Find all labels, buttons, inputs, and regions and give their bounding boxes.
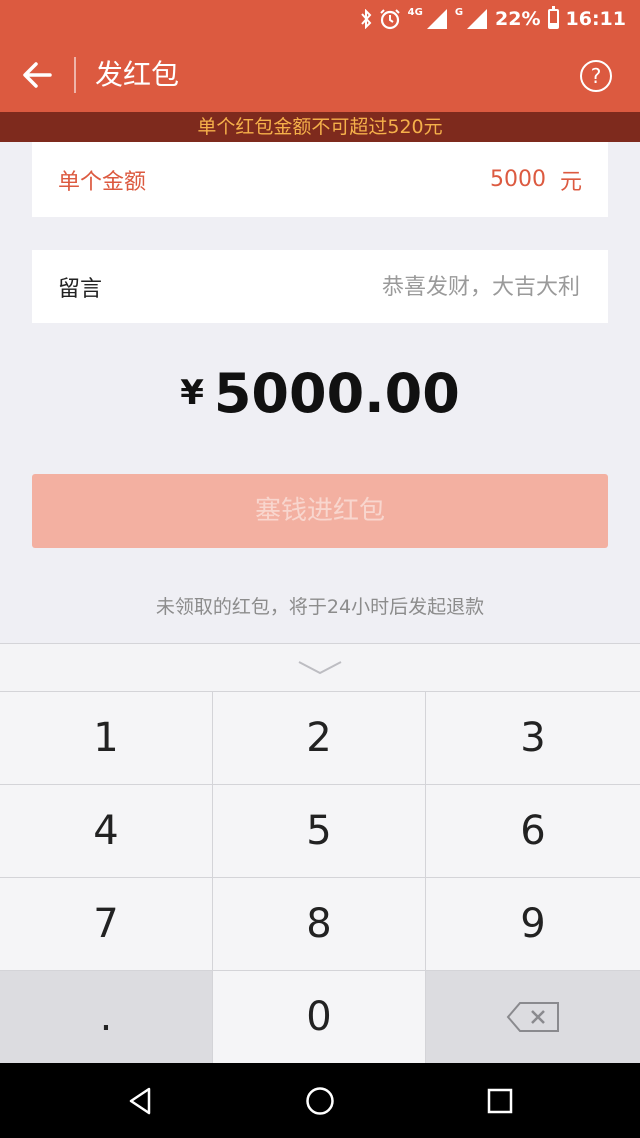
key-decimal[interactable]: . [0,970,213,1063]
key-8[interactable]: 8 [213,877,426,970]
system-nav-bar [0,1063,640,1138]
key-5[interactable]: 5 [213,784,426,877]
help-icon[interactable]: ? [580,60,612,92]
key-1[interactable]: 1 [0,691,213,784]
amount-value-group: 5000 元 [490,142,582,217]
numeric-keypad: 1 2 3 4 5 6 7 8 9 . 0 [0,643,640,1063]
total-amount-value: 5000.00 [213,362,460,425]
keyboard-collapse-button[interactable] [0,644,640,691]
circle-home-icon [306,1086,334,1115]
nav-home-button[interactable] [280,1063,360,1138]
nav-back-button[interactable] [100,1063,180,1138]
signal-icon [426,8,448,30]
page-title: 发红包 [95,58,180,91]
signal-icon-2 [466,8,488,30]
amount-label: 单个金额 [58,169,147,195]
key-9[interactable]: 9 [426,877,640,970]
amount-limit-warning: 单个红包金额不可超过520元 [0,112,640,142]
message-field[interactable]: 留言 [32,250,608,325]
keypad-grid: 1 2 3 4 5 6 7 8 9 . 0 [0,691,640,1064]
key-6[interactable]: 6 [426,784,640,877]
key-4[interactable]: 4 [0,784,213,877]
back-arrow-icon [23,62,52,88]
back-button[interactable] [20,58,56,92]
amount-unit: 元 [559,169,582,195]
message-label: 留言 [58,276,103,302]
backspace-icon [506,1002,559,1032]
key-7[interactable]: 7 [0,877,213,970]
currency-symbol: ¥ [180,373,204,413]
status-bar: 4G G 22% 16:11 [0,0,640,38]
refund-note: 未领取的红包，将于24小时后发起退款 [155,596,485,618]
app-bar: 发红包 ? [0,38,640,112]
square-recents-icon [487,1088,513,1113]
status-icons: 4G G 22% 16:11 [360,0,626,38]
key-3[interactable]: 3 [426,691,640,784]
network-type-label: 4G [407,7,423,18]
battery-percent: 22% [495,8,541,30]
submit-button[interactable]: 塞钱进红包 [32,474,608,548]
bluetooth-icon [360,9,372,29]
backspace-key[interactable] [426,970,640,1063]
chevron-down-icon [298,661,342,675]
key-0[interactable]: 0 [213,970,426,1063]
message-input[interactable] [278,250,582,325]
amount-value[interactable]: 5000 [490,167,546,192]
network-type-label-2: G [454,7,464,18]
alarm-icon [379,8,401,30]
key-2[interactable]: 2 [213,691,426,784]
clock: 16:11 [565,8,626,30]
appbar-divider [74,57,76,93]
triangle-back-icon [129,1087,151,1114]
total-amount: ¥5000.00 [0,362,640,425]
amount-field[interactable]: 单个金额 5000 元 [32,142,608,217]
nav-recents-button[interactable] [460,1063,540,1138]
battery-icon [547,6,559,29]
